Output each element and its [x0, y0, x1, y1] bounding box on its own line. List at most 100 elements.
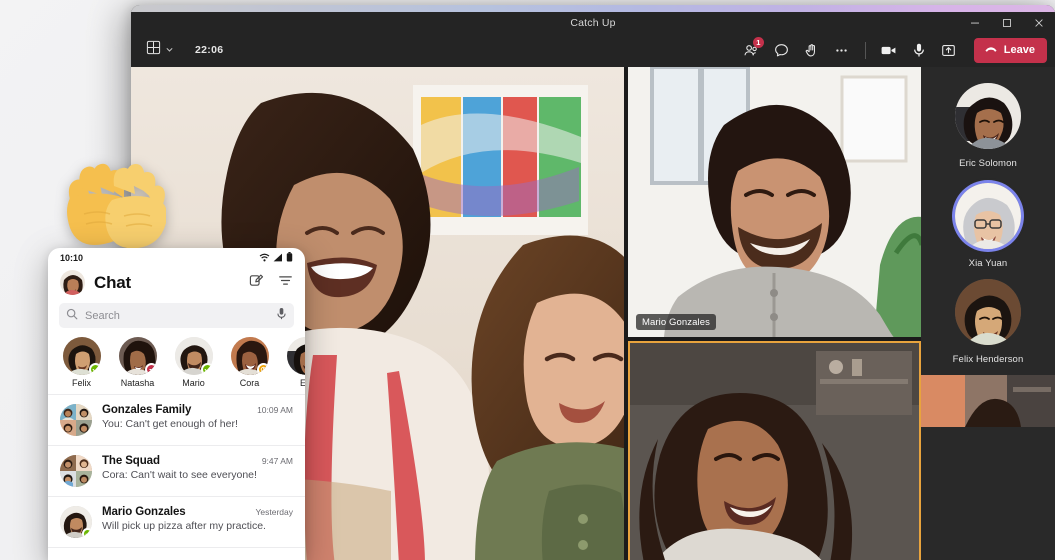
window-title: Catch Up — [570, 16, 616, 29]
grid-layout-icon — [146, 40, 161, 60]
presence-busy — [144, 363, 157, 375]
people-icon[interactable]: 1 — [738, 37, 766, 63]
presence-available — [200, 363, 213, 375]
chat-timestamp: 9:47 AM — [261, 456, 293, 466]
contact-name: Eri — [300, 378, 305, 388]
new-chat-icon[interactable] — [249, 273, 264, 293]
avatar-image-me — [60, 270, 85, 295]
roster-item-overflow[interactable] — [921, 375, 1055, 427]
toolbar-left-group: 22:06 — [131, 37, 223, 63]
filter-icon[interactable] — [278, 273, 293, 293]
avatar-image-xia — [955, 183, 1021, 249]
window-accent-gradient — [131, 5, 1055, 12]
presence-away — [256, 363, 269, 375]
search-input[interactable]: Search — [59, 303, 294, 328]
chat-preview: You: Can't get enough of her! — [102, 418, 238, 430]
leave-button-label: Leave — [1003, 44, 1035, 56]
phone-header-actions — [249, 273, 293, 293]
microphone-icon[interactable] — [276, 307, 287, 325]
avatar-image-overflow — [921, 375, 1055, 427]
list-item[interactable]: Gonzales Family 10:09 AM You: Can't get … — [48, 395, 305, 446]
meeting-timer: 22:06 — [195, 44, 224, 56]
participant-roster-rail: Eric Solomon Xia Yuan Felix Henderson — [921, 67, 1055, 560]
search-icon — [66, 307, 78, 325]
toolbar-right-group: 1 Leave — [738, 37, 1055, 63]
avatar — [955, 83, 1021, 149]
chat-timestamp: 10:09 AM — [257, 405, 293, 415]
avatar-image-gonzales-family — [60, 404, 92, 436]
avatar — [118, 337, 157, 375]
tile-bottom-right[interactable] — [628, 341, 921, 560]
list-item-body: The Squad 9:47 AM Cora: Can't wait to se… — [102, 455, 293, 481]
roster-name: Felix Henderson — [952, 354, 1024, 365]
contact-name: Felix — [71, 378, 91, 388]
avatar-image-felix — [954, 279, 1021, 345]
contact-felix[interactable]: Felix — [60, 337, 103, 388]
avatar-image-eric — [955, 83, 1021, 149]
participant-video-spotlight — [630, 343, 919, 560]
camera-icon[interactable] — [875, 37, 903, 63]
raise-hand-icon[interactable] — [798, 37, 826, 63]
roster-name: Xia Yuan — [968, 258, 1008, 269]
meeting-toolbar: 22:06 1 Leave — [131, 33, 1055, 67]
roster-item-xia-yuan[interactable]: Xia Yuan — [955, 183, 1021, 269]
mobile-chat-panel: 10:10 Chat Search Felix Natasha Mario Co… — [48, 248, 305, 560]
presence-available — [88, 363, 101, 375]
chevron-down-icon — [165, 41, 174, 59]
leave-button[interactable]: Leave — [973, 37, 1047, 63]
tile-top-right[interactable]: Mario Gonzales — [628, 67, 921, 337]
chat-title: Mario Gonzales — [102, 506, 186, 518]
profile-avatar[interactable] — [60, 270, 85, 295]
contact-eri[interactable]: Eri — [284, 337, 305, 388]
roster-item-eric-solomon[interactable]: Eric Solomon — [955, 83, 1021, 169]
chat-list: Gonzales Family 10:09 AM You: Can't get … — [48, 394, 305, 548]
avatar-image-eri — [286, 337, 305, 375]
avatar — [60, 455, 92, 487]
participant-name-label: Mario Gonzales — [636, 314, 716, 330]
toolbar-divider — [864, 41, 866, 59]
chat-title: Gonzales Family — [102, 404, 192, 416]
list-item-header: The Squad 9:47 AM — [102, 455, 293, 467]
contact-name: Cora — [239, 378, 260, 388]
avatar — [286, 337, 305, 375]
contact-natasha[interactable]: Natasha — [116, 337, 159, 388]
signal-icon — [273, 253, 283, 264]
contacts-strip: Felix Natasha Mario Cora E — [48, 337, 305, 394]
people-badge-count: 1 — [752, 37, 764, 48]
avatar — [230, 337, 269, 375]
list-item-header: Gonzales Family 10:09 AM — [102, 404, 293, 416]
chat-title: The Squad — [102, 455, 160, 467]
roster-name: Eric Solomon — [959, 158, 1017, 169]
contact-cora[interactable]: Cora — [228, 337, 271, 388]
window-titlebar[interactable]: Catch Up — [131, 12, 1055, 33]
layout-switcher-button[interactable] — [143, 37, 177, 63]
participant-video-mario — [628, 67, 921, 337]
battery-icon — [286, 252, 293, 264]
close-button[interactable] — [1023, 12, 1055, 33]
list-item[interactable]: Mario Gonzales Yesterday Will pick up pi… — [48, 497, 305, 548]
list-item-body: Gonzales Family 10:09 AM You: Can't get … — [102, 404, 293, 430]
list-item-header: Mario Gonzales Yesterday — [102, 506, 293, 518]
microphone-icon[interactable] — [905, 37, 933, 63]
avatar — [60, 404, 92, 436]
share-screen-icon[interactable] — [935, 37, 963, 63]
phone-status-time: 10:10 — [60, 253, 84, 263]
more-options-icon[interactable] — [828, 37, 856, 63]
roster-item-felix-henderson[interactable]: Felix Henderson — [953, 279, 1024, 365]
avatar-image-the-squad — [60, 455, 92, 487]
maximize-button[interactable] — [991, 12, 1023, 33]
applause-reaction — [62, 160, 167, 256]
phone-header: Chat — [48, 268, 305, 303]
list-item-body: Mario Gonzales Yesterday Will pick up pi… — [102, 506, 293, 532]
phone-status-icons — [259, 252, 293, 264]
contact-mario[interactable]: Mario — [172, 337, 215, 388]
search-placeholder: Search — [85, 309, 120, 322]
page-title: Chat — [94, 272, 131, 292]
list-item[interactable]: The Squad 9:47 AM Cora: Can't wait to se… — [48, 446, 305, 497]
chat-icon[interactable] — [768, 37, 796, 63]
minimize-button[interactable] — [959, 12, 991, 33]
chat-timestamp: Yesterday — [255, 507, 294, 517]
avatar — [174, 337, 213, 375]
chat-preview: Cora: Can't wait to see everyone! — [102, 469, 257, 481]
applause-icon — [67, 163, 167, 249]
